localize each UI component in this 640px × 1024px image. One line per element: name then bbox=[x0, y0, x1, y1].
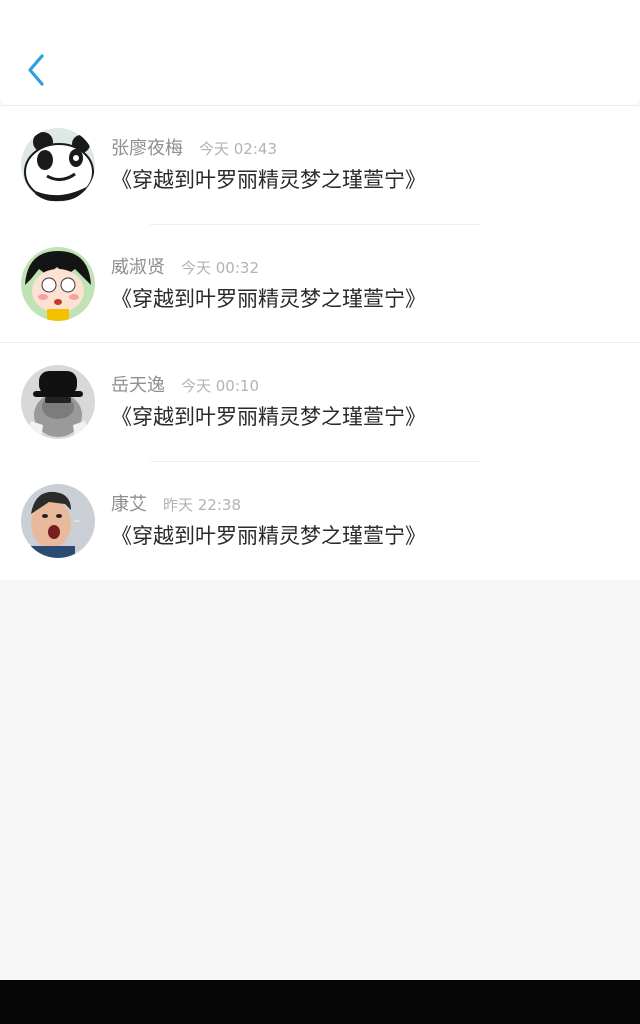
avatar[interactable] bbox=[21, 365, 95, 439]
timestamp: 昨天 22:38 bbox=[163, 495, 241, 514]
timestamp: 今天 00:32 bbox=[181, 258, 259, 277]
avatar[interactable]: ~ bbox=[21, 483, 95, 558]
user-name[interactable]: 康艾 bbox=[111, 490, 147, 516]
comment-list: 张廖夜梅 今天 02:43 《穿越到叶罗丽精灵梦之瑾萱宁》 威淑贤 今天 00:… bbox=[0, 106, 640, 580]
top-bar bbox=[0, 0, 640, 106]
comment-text[interactable]: 《穿越到叶罗丽精灵梦之瑾萱宁》 bbox=[111, 520, 426, 550]
user-name[interactable]: 威淑贤 bbox=[111, 253, 165, 279]
comment-text[interactable]: 《穿越到叶罗丽精灵梦之瑾萱宁》 bbox=[111, 401, 426, 431]
comment-text[interactable]: 《穿越到叶罗丽精灵梦之瑾萱宁》 bbox=[111, 164, 426, 194]
screen: 张廖夜梅 今天 02:43 《穿越到叶罗丽精灵梦之瑾萱宁》 威淑贤 今天 00:… bbox=[0, 0, 640, 1024]
list-item[interactable]: 岳天逸 今天 00:10 《穿越到叶罗丽精灵梦之瑾萱宁》 bbox=[0, 343, 640, 462]
boy-avatar-icon: ~ bbox=[21, 483, 95, 558]
chevron-left-icon bbox=[28, 54, 44, 86]
list-item[interactable]: 威淑贤 今天 00:32 《穿越到叶罗丽精灵梦之瑾萱宁》 bbox=[0, 225, 640, 343]
avatar[interactable] bbox=[21, 128, 95, 202]
system-navigation-bar bbox=[0, 980, 640, 1024]
back-button[interactable] bbox=[18, 48, 54, 92]
svg-text:~: ~ bbox=[73, 517, 81, 527]
user-name[interactable]: 张廖夜梅 bbox=[111, 134, 183, 160]
timestamp: 今天 00:10 bbox=[181, 377, 259, 395]
panda-avatar-icon bbox=[21, 128, 95, 202]
user-name[interactable]: 岳天逸 bbox=[111, 371, 165, 397]
list-item[interactable]: ~ 康艾 昨天 22:38 《穿越到叶罗丽精灵梦之瑾萱宁》 bbox=[0, 462, 640, 581]
timestamp: 今天 02:43 bbox=[199, 140, 277, 158]
avatar[interactable] bbox=[21, 246, 95, 321]
cat-hat-avatar-icon bbox=[21, 365, 95, 439]
list-item[interactable]: 张廖夜梅 今天 02:43 《穿越到叶罗丽精灵梦之瑾萱宁》 bbox=[0, 106, 640, 225]
comment-text[interactable]: 《穿越到叶罗丽精灵梦之瑾萱宁》 bbox=[111, 283, 426, 313]
cartoon-girl-avatar-icon bbox=[21, 246, 95, 321]
